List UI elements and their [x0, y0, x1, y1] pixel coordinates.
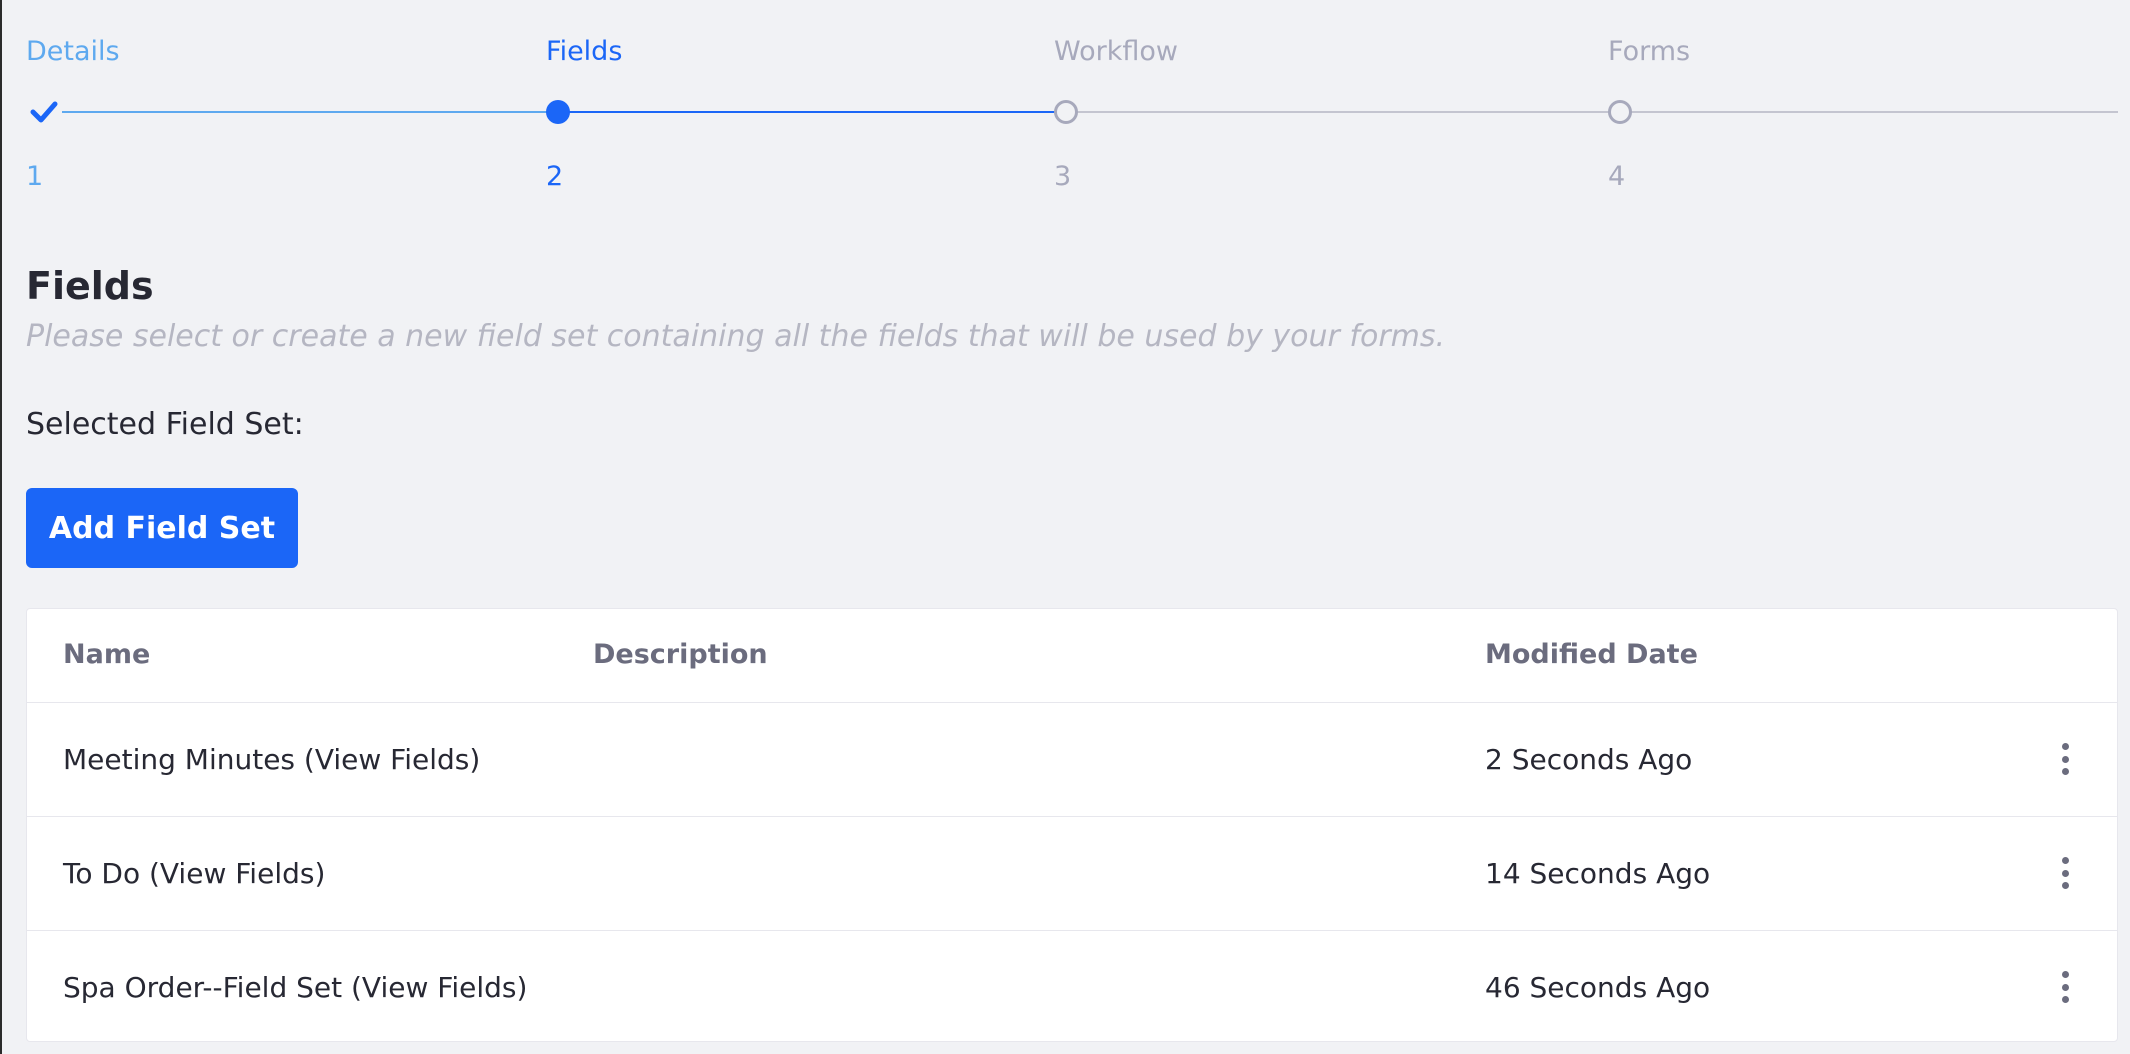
step-fields-node-icon	[546, 100, 570, 124]
stepper-line-complete	[62, 111, 558, 113]
row-name[interactable]: To Do (View Fields)	[63, 857, 325, 891]
field-sets-table: Name Description Modified Date Meeting M…	[26, 608, 2118, 1042]
column-header-name[interactable]: Name	[63, 639, 150, 671]
step-details-number: 1	[26, 161, 44, 192]
step-fields-number: 2	[546, 161, 564, 192]
table-header: Name Description Modified Date	[27, 609, 2117, 703]
kebab-icon[interactable]	[2055, 739, 2075, 779]
column-header-modified-date[interactable]: Modified Date	[1485, 639, 1698, 671]
stepper-line-pending	[1066, 111, 2118, 113]
step-workflow-node-icon	[1054, 100, 1078, 124]
add-field-set-button[interactable]: Add Field Set	[26, 488, 298, 568]
column-header-description[interactable]: Description	[593, 639, 768, 671]
section-title: Fields	[26, 264, 154, 308]
step-forms-node-icon	[1608, 100, 1632, 124]
progress-stepper: Details 1 Fields 2 Workflow 3 Forms 4	[0, 0, 2130, 200]
step-forms-number: 4	[1608, 161, 1626, 192]
step-workflow-label: Workflow	[1054, 36, 1178, 67]
step-workflow-number: 3	[1054, 161, 1072, 192]
table-row[interactable]: To Do (View Fields) 14 Seconds Ago	[27, 817, 2117, 931]
row-modified-date: 46 Seconds Ago	[1485, 971, 1711, 1004]
table-row[interactable]: Spa Order--Field Set (View Fields) 46 Se…	[27, 931, 2117, 1044]
row-name[interactable]: Spa Order--Field Set (View Fields)	[63, 971, 527, 1005]
section-description: Please select or create a new field set …	[26, 319, 1446, 354]
table-row[interactable]: Meeting Minutes (View Fields) 2 Seconds …	[27, 703, 2117, 817]
step-details-label: Details	[26, 36, 120, 67]
selected-field-set-label: Selected Field Set:	[26, 407, 304, 442]
row-modified-date: 14 Seconds Ago	[1485, 857, 1711, 890]
row-name[interactable]: Meeting Minutes (View Fields)	[63, 743, 480, 777]
row-modified-date: 2 Seconds Ago	[1485, 743, 1693, 776]
check-icon	[30, 101, 58, 123]
kebab-icon[interactable]	[2055, 853, 2075, 893]
kebab-icon[interactable]	[2055, 967, 2075, 1007]
stepper-line-active	[558, 111, 1066, 113]
step-forms-label: Forms	[1608, 36, 1691, 67]
step-fields-label: Fields	[546, 36, 623, 67]
